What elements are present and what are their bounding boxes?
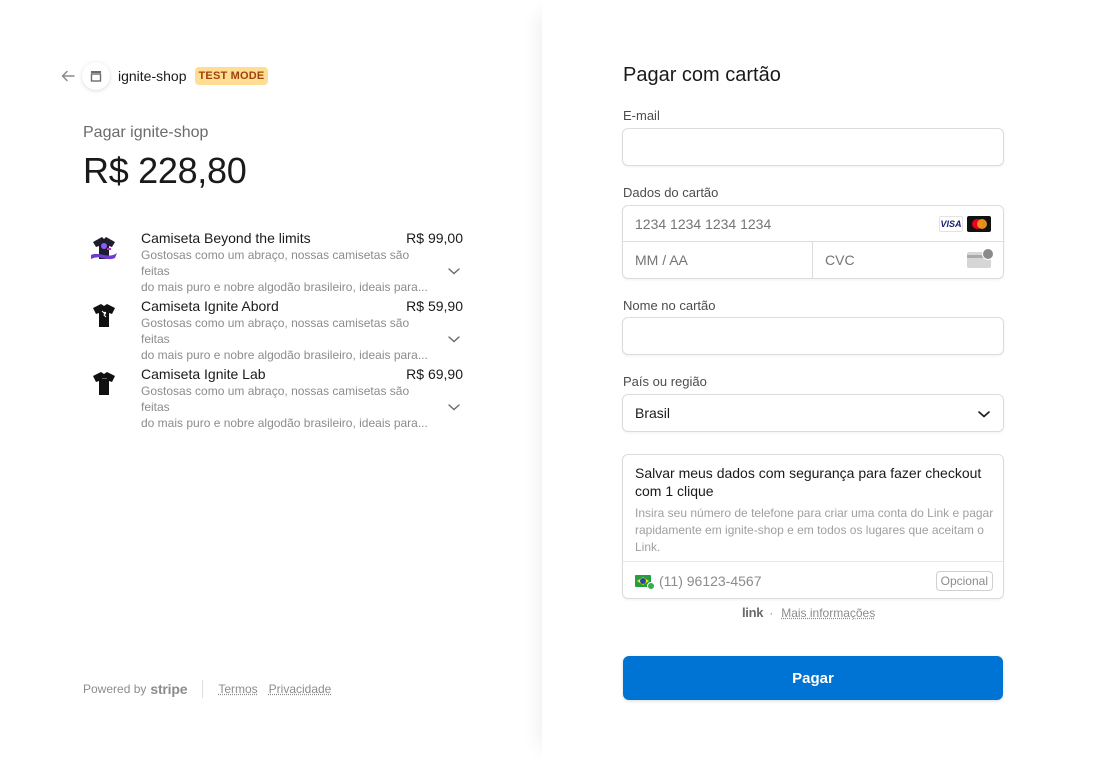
arrow-left-icon[interactable]	[60, 68, 76, 84]
store-icon	[82, 62, 110, 90]
mastercard-icon	[967, 216, 991, 232]
card-expiry-input[interactable]	[623, 242, 812, 278]
product-image	[83, 362, 125, 404]
link-logo: link	[742, 605, 764, 620]
cardholder-name-label: Nome no cartão	[623, 298, 716, 313]
item-description-line: Gostosas como um abraço, nossas camiseta…	[141, 248, 410, 278]
cvc-card-icon	[967, 248, 994, 268]
product-image	[83, 226, 125, 268]
merchant-header: ignite-shop TEST MODE	[60, 62, 269, 90]
privacy-link[interactable]: Privacidade	[269, 682, 332, 696]
item-description: Gostosas como um abraço, nossas camiseta…	[141, 315, 441, 363]
total-amount: R$ 228,80	[83, 150, 247, 191]
item-price: R$ 99,00	[406, 230, 463, 246]
email-field[interactable]	[623, 129, 1003, 165]
cardholder-name-field[interactable]	[623, 318, 1003, 354]
line-item: Camiseta Ignite Lab R$ 69,90 Gostosas co…	[83, 362, 465, 430]
item-description-line: Gostosas como um abraço, nossas camiseta…	[141, 384, 410, 414]
chevron-down-icon[interactable]	[447, 264, 461, 278]
line-item: Camiseta Ignite Abord R$ 59,90 Gostosas …	[83, 294, 465, 362]
phone-input[interactable]: (11) 96123-4567	[659, 573, 761, 589]
line-items-list: Camiseta Beyond the limits R$ 99,00 Gost…	[83, 226, 465, 430]
pay-button[interactable]: Pagar	[623, 656, 1003, 700]
chevron-down-icon[interactable]	[447, 332, 461, 346]
item-description-line: Gostosas como um abraço, nossas camiseta…	[141, 316, 410, 346]
item-description-line: do mais puro e nobre algodão brasileiro,…	[141, 416, 428, 430]
page-footer: Powered by stripe Termos Privacidade	[83, 680, 342, 698]
cardholder-name-wrapper	[622, 317, 1004, 355]
item-name: Camiseta Ignite Abord	[141, 298, 279, 314]
link-description: Insira seu número de telefone para criar…	[635, 506, 994, 554]
payment-form-pane: Pagar com cartão E-mail Dados do cartão …	[542, 0, 1118, 762]
store-name[interactable]: ignite-shop	[118, 68, 187, 84]
card-brands: VISA	[939, 216, 991, 232]
chevron-down-icon	[977, 407, 991, 421]
product-image	[83, 294, 125, 336]
item-description-line: do mais puro e nobre algodão brasileiro,…	[141, 280, 428, 294]
order-summary-pane: ignite-shop TEST MODE Pagar ignite-shop …	[0, 0, 542, 762]
card-expiry-wrapper	[623, 242, 813, 278]
optional-badge: Opcional	[935, 571, 993, 591]
card-details-group: VISA	[622, 205, 1004, 279]
item-price: R$ 69,90	[406, 366, 463, 382]
link-save-info-box: Salvar meus dados com segurança para faz…	[622, 454, 1004, 599]
country-select[interactable]: Brasil	[622, 394, 1004, 432]
card-cvc-wrapper	[813, 242, 1003, 278]
item-price: R$ 59,90	[406, 298, 463, 314]
chevron-down-icon[interactable]	[447, 400, 461, 414]
powered-by-stripe[interactable]: Powered by stripe	[83, 681, 188, 697]
email-label: E-mail	[623, 108, 660, 123]
visa-icon: VISA	[939, 216, 963, 232]
country-label: País ou região	[623, 374, 707, 389]
more-info-link[interactable]: Mais informações	[781, 606, 875, 620]
powered-by-label: Powered by	[83, 682, 147, 696]
link-footer: link · Mais informações	[742, 605, 875, 620]
item-name: Camiseta Beyond the limits	[141, 230, 311, 246]
card-number-wrapper: VISA	[623, 206, 1003, 242]
item-description: Gostosas como um abraço, nossas camiseta…	[141, 247, 441, 295]
separator-dot: ·	[769, 605, 774, 620]
card-details-label: Dados do cartão	[623, 185, 719, 200]
footer-divider	[202, 680, 204, 698]
email-field-wrapper	[622, 128, 1004, 166]
brazil-flag-icon[interactable]	[635, 575, 655, 590]
item-description: Gostosas como um abraço, nossas camiseta…	[141, 383, 441, 431]
test-mode-badge: TEST MODE	[194, 67, 269, 85]
form-title: Pagar com cartão	[623, 64, 781, 86]
terms-link[interactable]: Termos	[218, 682, 257, 696]
phone-input-row[interactable]: (11) 96123-4567 Opcional	[635, 569, 993, 593]
stripe-logo: stripe	[150, 681, 188, 697]
link-title: Salvar meus dados com segurança para faz…	[635, 465, 982, 499]
country-selected-value: Brasil	[635, 405, 671, 421]
item-name: Camiseta Ignite Lab	[141, 366, 266, 382]
item-description-line: do mais puro e nobre algodão brasileiro,…	[141, 348, 428, 362]
divider	[623, 561, 1003, 562]
pay-merchant-label: Pagar ignite-shop	[83, 124, 209, 141]
line-item: Camiseta Beyond the limits R$ 99,00 Gost…	[83, 226, 465, 294]
